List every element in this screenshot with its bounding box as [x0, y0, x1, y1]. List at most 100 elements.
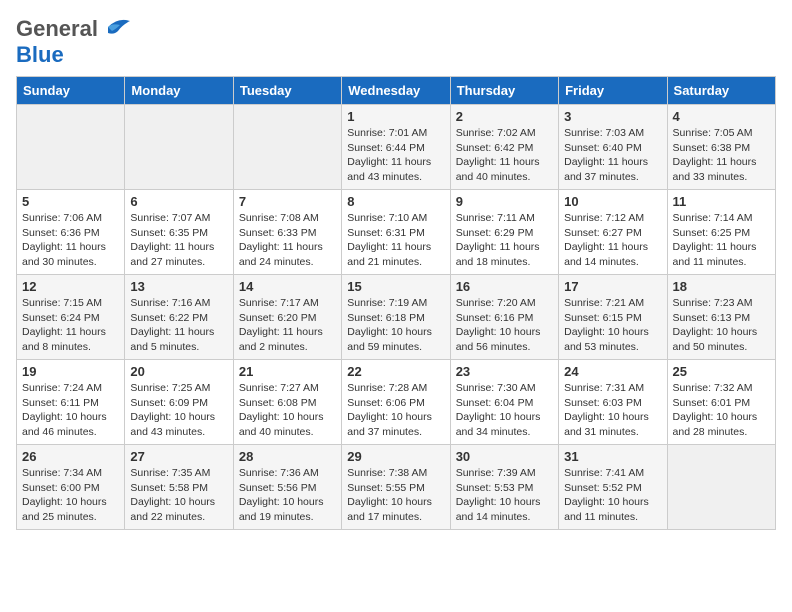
day-info: Sunrise: 7:06 AM Sunset: 6:36 PM Dayligh…: [22, 211, 119, 270]
day-number: 28: [239, 449, 336, 464]
day-number: 18: [673, 279, 770, 294]
logo: General Blue: [16, 16, 132, 68]
calendar-day-cell: 16 Sunrise: 7:20 AM Sunset: 6:16 PM Dayli…: [450, 275, 558, 360]
day-number: 16: [456, 279, 553, 294]
calendar-day-cell: 24 Sunrise: 7:31 AM Sunset: 6:03 PM Dayli…: [559, 360, 667, 445]
calendar-day-cell: 28 Sunrise: 7:36 AM Sunset: 5:56 PM Dayli…: [233, 445, 341, 530]
calendar-day-cell: 31Sunrise: 7:41 AM Sunset: 5:52 PM Dayli…: [559, 445, 667, 530]
day-number: 26: [22, 449, 119, 464]
calendar-day-cell: 20 Sunrise: 7:25 AM Sunset: 6:09 PM Dayli…: [125, 360, 233, 445]
day-info: Sunrise: 7:17 AM Sunset: 6:20 PM Dayligh…: [239, 296, 336, 355]
calendar-week-row: 19 Sunrise: 7:24 AM Sunset: 6:11 PM Dayli…: [17, 360, 776, 445]
day-info: Sunrise: 7:11 AM Sunset: 6:29 PM Dayligh…: [456, 211, 553, 270]
day-info: Sunrise: 7:34 AM Sunset: 6:00 PM Dayligh…: [22, 466, 119, 525]
day-number: 19: [22, 364, 119, 379]
day-info: Sunrise: 7:19 AM Sunset: 6:18 PM Dayligh…: [347, 296, 444, 355]
day-info: Sunrise: 7:12 AM Sunset: 6:27 PM Dayligh…: [564, 211, 661, 270]
day-number: 5: [22, 194, 119, 209]
day-number: 6: [130, 194, 227, 209]
calendar-day-cell: 18Sunrise: 7:23 AM Sunset: 6:13 PM Dayli…: [667, 275, 775, 360]
calendar-day-cell: 9 Sunrise: 7:11 AM Sunset: 6:29 PM Daylig…: [450, 190, 558, 275]
calendar-day-cell: 3 Sunrise: 7:03 AM Sunset: 6:40 PM Daylig…: [559, 105, 667, 190]
calendar-day-cell: 15Sunrise: 7:19 AM Sunset: 6:18 PM Dayli…: [342, 275, 450, 360]
weekday-header-sunday: Sunday: [17, 77, 125, 105]
day-info: Sunrise: 7:35 AM Sunset: 5:58 PM Dayligh…: [130, 466, 227, 525]
calendar-day-cell: 7 Sunrise: 7:08 AM Sunset: 6:33 PM Daylig…: [233, 190, 341, 275]
day-info: Sunrise: 7:05 AM Sunset: 6:38 PM Dayligh…: [673, 126, 770, 185]
weekday-header-friday: Friday: [559, 77, 667, 105]
calendar-day-cell: 2 Sunrise: 7:02 AM Sunset: 6:42 PM Daylig…: [450, 105, 558, 190]
calendar-day-cell: [17, 105, 125, 190]
logo-general-text: General: [16, 16, 98, 42]
day-number: 23: [456, 364, 553, 379]
day-number: 8: [347, 194, 444, 209]
day-number: 4: [673, 109, 770, 124]
calendar-day-cell: 4 Sunrise: 7:05 AM Sunset: 6:38 PM Daylig…: [667, 105, 775, 190]
day-info: Sunrise: 7:14 AM Sunset: 6:25 PM Dayligh…: [673, 211, 770, 270]
day-info: Sunrise: 7:03 AM Sunset: 6:40 PM Dayligh…: [564, 126, 661, 185]
calendar-day-cell: 21 Sunrise: 7:27 AM Sunset: 6:08 PM Dayli…: [233, 360, 341, 445]
day-info: Sunrise: 7:27 AM Sunset: 6:08 PM Dayligh…: [239, 381, 336, 440]
calendar-day-cell: 22Sunrise: 7:28 AM Sunset: 6:06 PM Dayli…: [342, 360, 450, 445]
day-info: Sunrise: 7:32 AM Sunset: 6:01 PM Dayligh…: [673, 381, 770, 440]
weekday-header-wednesday: Wednesday: [342, 77, 450, 105]
calendar-day-cell: 14Sunrise: 7:17 AM Sunset: 6:20 PM Dayli…: [233, 275, 341, 360]
calendar-table: SundayMondayTuesdayWednesdayThursdayFrid…: [16, 76, 776, 530]
calendar-day-cell: 13 Sunrise: 7:16 AM Sunset: 6:22 PM Dayli…: [125, 275, 233, 360]
page-header: General Blue: [16, 16, 776, 68]
day-number: 9: [456, 194, 553, 209]
day-number: 29: [347, 449, 444, 464]
calendar-day-cell: 17 Sunrise: 7:21 AM Sunset: 6:15 PM Dayli…: [559, 275, 667, 360]
day-info: Sunrise: 7:21 AM Sunset: 6:15 PM Dayligh…: [564, 296, 661, 355]
day-info: Sunrise: 7:02 AM Sunset: 6:42 PM Dayligh…: [456, 126, 553, 185]
day-number: 11: [673, 194, 770, 209]
weekday-header-row: SundayMondayTuesdayWednesdayThursdayFrid…: [17, 77, 776, 105]
day-info: Sunrise: 7:25 AM Sunset: 6:09 PM Dayligh…: [130, 381, 227, 440]
calendar-day-cell: [233, 105, 341, 190]
day-number: 24: [564, 364, 661, 379]
calendar-day-cell: 29 Sunrise: 7:38 AM Sunset: 5:55 PM Dayli…: [342, 445, 450, 530]
day-info: Sunrise: 7:15 AM Sunset: 6:24 PM Dayligh…: [22, 296, 119, 355]
calendar-day-cell: 11 Sunrise: 7:14 AM Sunset: 6:25 PM Dayli…: [667, 190, 775, 275]
calendar-day-cell: 6Sunrise: 7:07 AM Sunset: 6:35 PM Daylig…: [125, 190, 233, 275]
calendar-day-cell: 30 Sunrise: 7:39 AM Sunset: 5:53 PM Dayli…: [450, 445, 558, 530]
day-number: 13: [130, 279, 227, 294]
day-number: 17: [564, 279, 661, 294]
day-number: 7: [239, 194, 336, 209]
day-number: 22: [347, 364, 444, 379]
logo-bird-icon: [100, 17, 132, 37]
weekday-header-saturday: Saturday: [667, 77, 775, 105]
day-info: Sunrise: 7:24 AM Sunset: 6:11 PM Dayligh…: [22, 381, 119, 440]
day-info: Sunrise: 7:39 AM Sunset: 5:53 PM Dayligh…: [456, 466, 553, 525]
calendar-day-cell: 1Sunrise: 7:01 AM Sunset: 6:44 PM Daylig…: [342, 105, 450, 190]
calendar-day-cell: 5 Sunrise: 7:06 AM Sunset: 6:36 PM Daylig…: [17, 190, 125, 275]
day-info: Sunrise: 7:08 AM Sunset: 6:33 PM Dayligh…: [239, 211, 336, 270]
calendar-day-cell: [125, 105, 233, 190]
day-info: Sunrise: 7:31 AM Sunset: 6:03 PM Dayligh…: [564, 381, 661, 440]
day-number: 30: [456, 449, 553, 464]
calendar-day-cell: 10Sunrise: 7:12 AM Sunset: 6:27 PM Dayli…: [559, 190, 667, 275]
calendar-day-cell: [667, 445, 775, 530]
day-info: Sunrise: 7:10 AM Sunset: 6:31 PM Dayligh…: [347, 211, 444, 270]
day-info: Sunrise: 7:16 AM Sunset: 6:22 PM Dayligh…: [130, 296, 227, 355]
day-info: Sunrise: 7:20 AM Sunset: 6:16 PM Dayligh…: [456, 296, 553, 355]
calendar-day-cell: 27 Sunrise: 7:35 AM Sunset: 5:58 PM Dayli…: [125, 445, 233, 530]
calendar-week-row: 5 Sunrise: 7:06 AM Sunset: 6:36 PM Daylig…: [17, 190, 776, 275]
day-number: 2: [456, 109, 553, 124]
day-number: 3: [564, 109, 661, 124]
calendar-day-cell: 26 Sunrise: 7:34 AM Sunset: 6:00 PM Dayli…: [17, 445, 125, 530]
calendar-week-row: 1Sunrise: 7:01 AM Sunset: 6:44 PM Daylig…: [17, 105, 776, 190]
weekday-header-monday: Monday: [125, 77, 233, 105]
day-number: 12: [22, 279, 119, 294]
day-info: Sunrise: 7:36 AM Sunset: 5:56 PM Dayligh…: [239, 466, 336, 525]
calendar-day-cell: 12 Sunrise: 7:15 AM Sunset: 6:24 PM Dayli…: [17, 275, 125, 360]
day-info: Sunrise: 7:38 AM Sunset: 5:55 PM Dayligh…: [347, 466, 444, 525]
day-number: 31: [564, 449, 661, 464]
day-number: 21: [239, 364, 336, 379]
calendar-day-cell: 19 Sunrise: 7:24 AM Sunset: 6:11 PM Dayli…: [17, 360, 125, 445]
day-number: 20: [130, 364, 227, 379]
calendar-day-cell: 8 Sunrise: 7:10 AM Sunset: 6:31 PM Daylig…: [342, 190, 450, 275]
logo-blue-text: Blue: [16, 42, 64, 67]
day-number: 27: [130, 449, 227, 464]
calendar-week-row: 26 Sunrise: 7:34 AM Sunset: 6:00 PM Dayli…: [17, 445, 776, 530]
